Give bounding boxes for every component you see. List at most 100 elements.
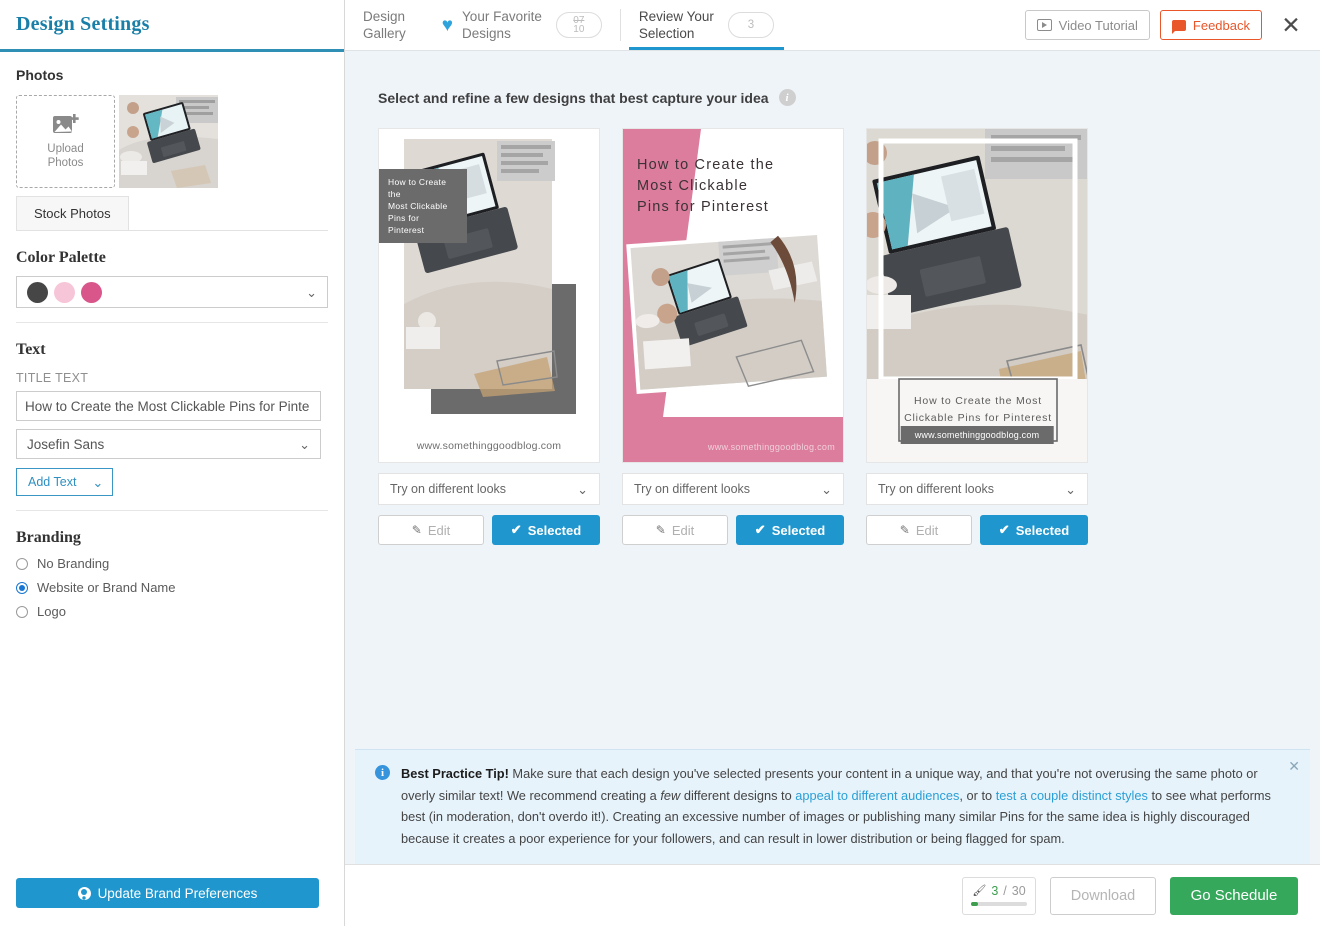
- tab-design-gallery-label: Design Gallery: [363, 9, 406, 41]
- branding-option-label: No Branding: [37, 556, 110, 571]
- tip-link-appeal-to-different-audiences[interactable]: appeal to different audiences: [795, 788, 959, 803]
- upload-photos-button[interactable]: Upload Photos: [16, 95, 115, 188]
- pencil-icon: ✎: [655, 523, 666, 537]
- counter-current: 3: [991, 883, 999, 898]
- branding-heading: Branding: [16, 529, 81, 546]
- pencil-icon: ✎: [899, 523, 910, 537]
- design-title-overlay-2: How to Create the Most Clickable Pins for …: [637, 157, 775, 215]
- chevron-down-icon: ⌄: [299, 436, 310, 452]
- card-actions-3: ✎ Edit ✔ Selected: [866, 515, 1088, 545]
- design-title-overlay-1: How to Create the Most Clickable Pins for …: [379, 169, 467, 243]
- chevron-down-icon: ⌄: [577, 481, 588, 497]
- palette-divider: [16, 322, 328, 323]
- chat-bubble-icon: [1171, 19, 1186, 34]
- instruction-row: Select and refine a few designs that bes…: [345, 51, 1320, 106]
- text-heading: Text: [16, 341, 46, 358]
- tab-design-gallery[interactable]: Design Gallery: [345, 0, 424, 50]
- branding-option-label: Website or Brand Name: [37, 580, 176, 595]
- edit-button-2[interactable]: ✎ Edit: [622, 515, 728, 545]
- design-preview-2[interactable]: How to Create the Most Clickable Pins for …: [622, 128, 844, 463]
- radio-icon: [16, 557, 28, 570]
- topbar-actions: Video Tutorial Feedback ✕: [1024, 0, 1320, 50]
- title-text-input[interactable]: [16, 391, 321, 421]
- color-palette-select[interactable]: ⌄: [16, 276, 328, 308]
- sidebar-title: Design Settings: [16, 13, 150, 35]
- update-brand-preferences-label: Update Brand Preferences: [97, 885, 258, 901]
- selected-label: Selected: [771, 522, 826, 538]
- title-text-label: TITLE TEXT: [16, 371, 89, 385]
- tip-text: Best Practice Tip! Make sure that each d…: [401, 763, 1276, 849]
- download-button[interactable]: Download: [1050, 876, 1156, 915]
- selected-label: Selected: [1015, 522, 1070, 538]
- color-palette-heading: Color Palette: [16, 249, 106, 266]
- selected-button-1[interactable]: ✔ Selected: [492, 515, 600, 545]
- photos-row: Upload Photos: [16, 95, 328, 188]
- brush-icon: 🖌: [972, 885, 987, 897]
- chevron-down-icon: ⌄: [1065, 481, 1076, 497]
- feedback-button[interactable]: Feedback: [1159, 10, 1262, 40]
- selected-button-2[interactable]: ✔ Selected: [736, 515, 844, 545]
- selected-button-3[interactable]: ✔ Selected: [980, 515, 1088, 545]
- tab-review-your-selection-label: Review Your Selection: [638, 9, 714, 41]
- counter-separator: /: [1003, 883, 1007, 898]
- photo-thumbnail[interactable]: [119, 95, 218, 188]
- branding-option-no-branding[interactable]: No Branding: [16, 556, 328, 571]
- image-plus-icon: [52, 113, 79, 137]
- favorites-count-badge: 07 10: [555, 12, 602, 38]
- photos-heading: Photos: [16, 67, 64, 83]
- tip-part2: different designs to: [680, 787, 796, 803]
- design-url-3: www.somethinggoodblog.com: [900, 426, 1054, 444]
- video-icon: [1036, 19, 1052, 31]
- branding-option-label: Logo: [37, 604, 66, 619]
- add-text-button[interactable]: Add Text ⌄: [16, 468, 114, 496]
- counter-total: 30: [1011, 883, 1026, 898]
- design-credits-counter[interactable]: 🖌 3 / 30: [962, 876, 1036, 915]
- bottom-action-bar: 🖌 3 / 30 Download Go Schedule: [345, 864, 1320, 926]
- try-different-looks-select-1[interactable]: Try on different looks ⌄: [378, 473, 600, 505]
- go-schedule-button[interactable]: Go Schedule: [1170, 876, 1298, 915]
- video-tutorial-button[interactable]: Video Tutorial: [1024, 10, 1150, 40]
- design-card: How to Create the Most Clickable Pins for …: [378, 128, 600, 545]
- font-family-select[interactable]: Josefin Sans ⌄: [16, 429, 321, 459]
- stock-photos-tab[interactable]: Stock Photos: [16, 196, 129, 230]
- person-icon: [77, 886, 91, 900]
- chevron-down-icon: ⌄: [92, 474, 104, 490]
- try-different-looks-select-3[interactable]: Try on different looks ⌄: [866, 473, 1088, 505]
- heart-icon: ♥: [441, 14, 454, 36]
- design-card: How to Create the Most Clickable Pins for …: [622, 128, 844, 545]
- edit-label: Edit: [671, 522, 695, 538]
- branding-option-website-or-brand-name[interactable]: Website or Brand Name: [16, 580, 328, 595]
- card-actions-2: ✎ Edit ✔ Selected: [622, 515, 844, 545]
- color-swatch-3: [81, 281, 102, 303]
- tab-your-favorite-designs[interactable]: ♥ Your Favorite Designs 07 10: [424, 0, 620, 50]
- radio-icon: [16, 605, 28, 618]
- sidebar-title-divider: [0, 49, 344, 52]
- add-text-label: Add Text: [28, 475, 77, 489]
- instruction-text: Select and refine a few designs that bes…: [378, 89, 769, 106]
- try-different-looks-label: Try on different looks: [878, 482, 995, 496]
- branding-option-logo[interactable]: Logo: [16, 604, 328, 619]
- tab-review-your-selection[interactable]: Review Your Selection 3: [621, 0, 792, 50]
- update-brand-preferences-button[interactable]: Update Brand Preferences: [16, 878, 319, 908]
- chevron-down-icon: ⌄: [306, 284, 317, 300]
- edit-button-1[interactable]: ✎ Edit: [378, 515, 484, 545]
- design-preview-3[interactable]: How to Create the Most Clickable Pins for…: [866, 128, 1088, 463]
- tip-link-test-a-couple-distinct-styles[interactable]: test a couple distinct styles: [996, 788, 1148, 803]
- edit-button-3[interactable]: ✎ Edit: [866, 515, 972, 545]
- try-different-looks-label: Try on different looks: [390, 482, 507, 496]
- chevron-down-icon: ⌄: [821, 481, 832, 497]
- text-divider: [16, 510, 328, 511]
- best-practice-tip-banner: i Best Practice Tip! Make sure that each…: [355, 749, 1310, 864]
- close-icon[interactable]: ✕: [1276, 10, 1306, 40]
- tip-emphasis: few: [660, 787, 681, 803]
- stock-photos-tab-wrap: Stock Photos: [16, 188, 328, 231]
- design-preview-1[interactable]: How to Create the Most Clickable Pins for …: [378, 128, 600, 463]
- try-different-looks-select-2[interactable]: Try on different looks ⌄: [622, 473, 844, 505]
- upload-photos-label: Upload Photos: [47, 143, 84, 169]
- edit-label: Edit: [915, 522, 939, 538]
- info-icon[interactable]: i: [778, 89, 796, 106]
- check-icon: ✔: [754, 522, 766, 537]
- close-icon[interactable]: ✕: [1288, 758, 1300, 775]
- design-url-1: www.somethinggoodblog.com: [416, 440, 562, 452]
- check-icon: ✔: [998, 522, 1010, 537]
